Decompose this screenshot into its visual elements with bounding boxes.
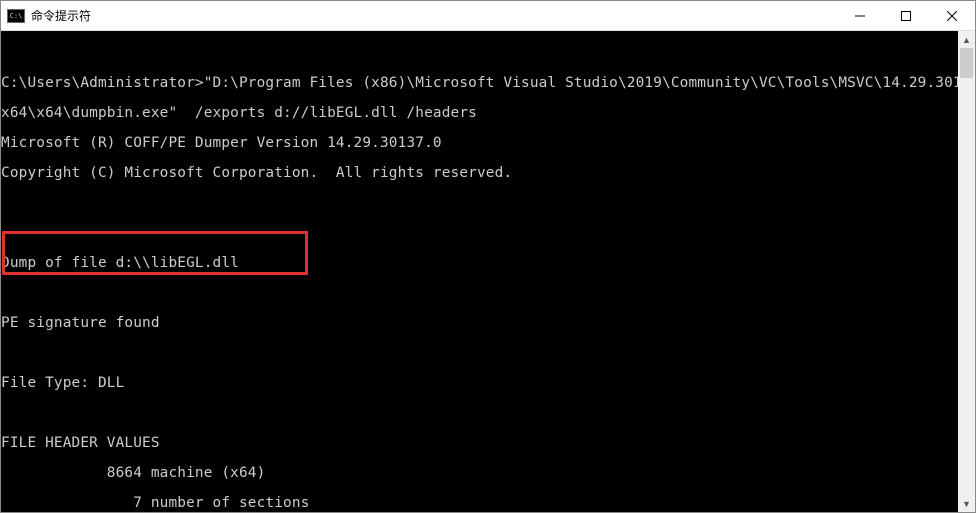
close-icon [947,11,957,21]
scroll-thumb[interactable] [960,48,973,78]
fh-sections: 7 number of sections [1,496,975,511]
minimize-icon [855,11,865,21]
terminal-output: C:\Users\Administrator>"D:\Program Files… [1,31,975,512]
banner-line-2: Copyright (C) Microsoft Corporation. All… [1,166,975,181]
titlebar: 命令提示符 [1,1,975,31]
dump-of-line: Dump of file d:\\libEGL.dll [1,256,975,271]
scroll-track[interactable] [958,48,975,495]
chevron-down-icon: ▼ [962,499,971,509]
file-type-line: File Type: DLL [1,376,975,391]
prompt-line-cont: x64\x64\dumpbin.exe" /exports d://libEGL… [1,106,975,121]
window-title: 命令提示符 [31,7,837,24]
banner-line-1: Microsoft (R) COFF/PE Dumper Version 14.… [1,136,975,151]
cmd-icon [7,9,25,23]
chevron-up-icon: ▲ [962,35,971,45]
minimize-button[interactable] [837,1,883,30]
maximize-icon [901,11,911,21]
scroll-up-button[interactable]: ▲ [958,31,975,48]
vertical-scrollbar[interactable]: ▲ ▼ [958,31,975,512]
pe-signature-line: PE signature found [1,316,975,331]
close-button[interactable] [929,1,975,30]
prompt-line: C:\Users\Administrator>"D:\Program Files… [1,76,975,91]
fh-machine: 8664 machine (x64) [1,466,975,481]
file-header-title: FILE HEADER VALUES [1,436,975,451]
scroll-down-button[interactable]: ▼ [958,495,975,512]
window-buttons [837,1,975,30]
maximize-button[interactable] [883,1,929,30]
